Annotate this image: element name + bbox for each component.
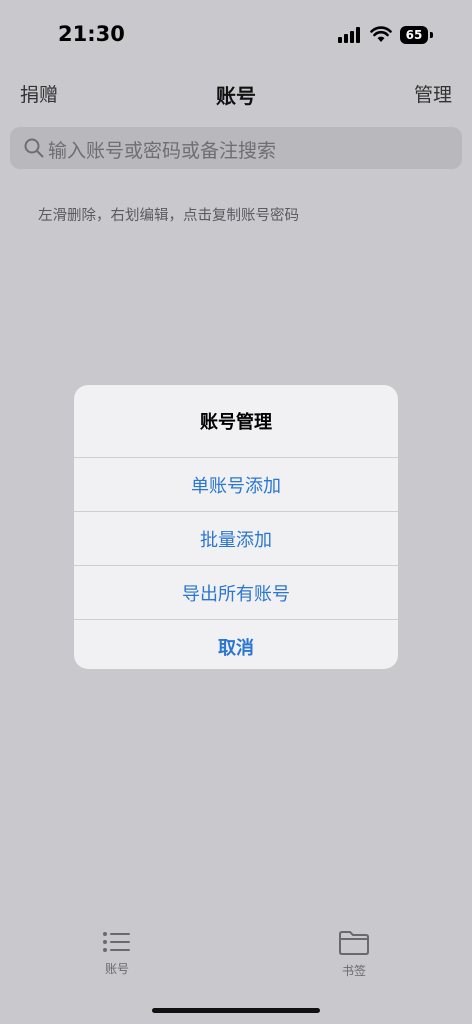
page-title: 账号 (216, 84, 256, 108)
battery-icon: 65 (400, 26, 428, 44)
usage-hint: 左滑删除，右划编辑，点击复制账号密码 (38, 208, 299, 224)
manage-button[interactable]: 管理 (414, 80, 452, 107)
search-placeholder: 输入账号或密码或备注搜索 (48, 140, 277, 162)
search-input[interactable]: 输入账号或密码或备注搜索 (10, 127, 462, 169)
status-bar: 21:30 65 (0, 0, 472, 70)
search-icon (24, 138, 44, 158)
account-management-dialog: 账号管理 单账号添加 批量添加 导出所有账号 取消 (74, 385, 398, 669)
tab-accounts-label: 账号 (104, 962, 129, 976)
tab-accounts[interactable]: 账号 (77, 930, 157, 977)
cellular-signal-icon (338, 27, 360, 43)
dialog-title: 账号管理 (74, 385, 398, 458)
list-icon (103, 932, 130, 952)
folder-icon (339, 931, 369, 955)
status-time: 21:30 (58, 22, 125, 46)
wifi-icon (370, 26, 392, 42)
cancel-button[interactable]: 取消 (74, 620, 398, 669)
battery-tip (430, 32, 433, 38)
home-indicator (152, 1008, 320, 1013)
add-single-account-button[interactable]: 单账号添加 (74, 458, 398, 512)
batch-add-button[interactable]: 批量添加 (74, 512, 398, 566)
export-all-accounts-button[interactable]: 导出所有账号 (74, 566, 398, 620)
tab-bookmarks[interactable]: 书签 (314, 930, 394, 979)
navigation-bar: 捐赠 账号 管理 (0, 70, 472, 118)
tab-bookmarks-label: 书签 (341, 964, 366, 978)
